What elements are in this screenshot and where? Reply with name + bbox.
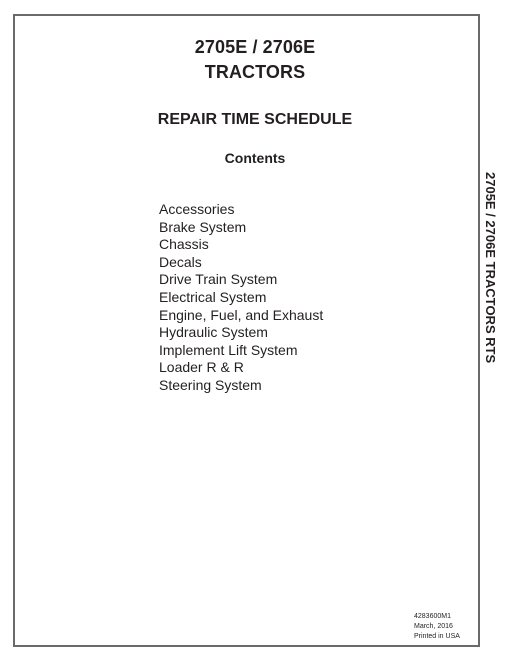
contents-heading: Contents — [224, 150, 286, 166]
contents-item-decals[interactable]: Decals — [159, 254, 323, 272]
contents-list: Accessories Brake System Chassis Decals … — [159, 201, 323, 395]
contents-item-drive-train[interactable]: Drive Train System — [159, 271, 323, 289]
contents-item-implement-lift[interactable]: Implement Lift System — [159, 342, 323, 360]
contents-item-hydraulic[interactable]: Hydraulic System — [159, 324, 323, 342]
part-number: 4283600M1 — [414, 613, 451, 620]
title-tractors: TRACTORS — [204, 62, 306, 82]
printed-location: Printed in USA — [414, 633, 460, 640]
subtitle: REPAIR TIME SCHEDULE — [157, 111, 353, 128]
contents-item-steering[interactable]: Steering System — [159, 377, 323, 395]
contents-item-accessories[interactable]: Accessories — [159, 201, 323, 219]
contents-item-electrical[interactable]: Electrical System — [159, 289, 323, 307]
footer-info: 4283600M1 March, 2016 Printed in USA — [414, 612, 460, 642]
title-model: 2705E / 2706E — [194, 37, 316, 57]
contents-item-brake-system[interactable]: Brake System — [159, 219, 323, 237]
contents-item-chassis[interactable]: Chassis — [159, 236, 323, 254]
publication-date: March, 2016 — [414, 623, 453, 630]
contents-item-engine-fuel-exhaust[interactable]: Engine, Fuel, and Exhaust — [159, 307, 323, 325]
spine-label: 2705E / 2706E TRACTORS RTS — [483, 172, 498, 364]
contents-item-loader[interactable]: Loader R & R — [159, 359, 323, 377]
